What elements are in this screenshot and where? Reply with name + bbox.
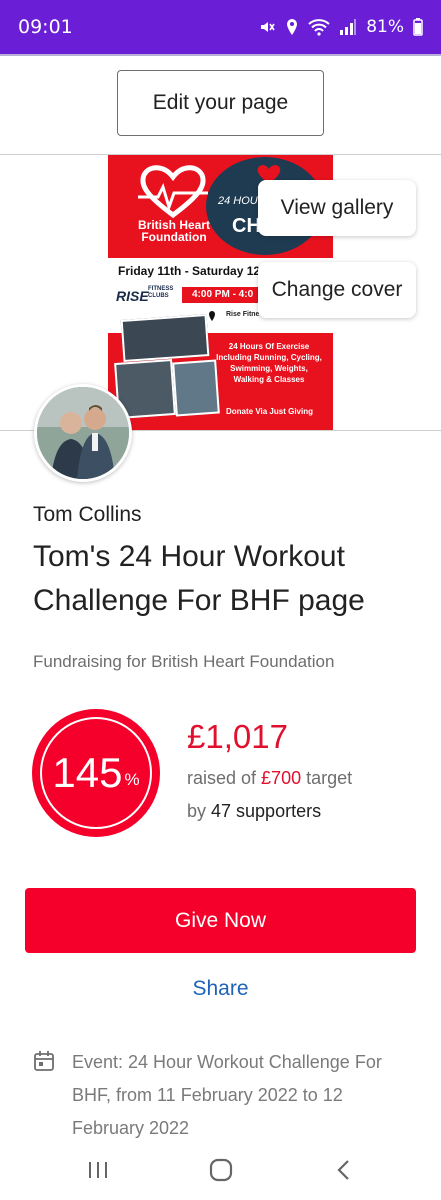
charity-name: British Heart Foundation: [134, 219, 214, 243]
signal-icon: [339, 18, 357, 36]
calendar-icon: [34, 1051, 54, 1071]
supporters-line: by 47 supporters: [187, 801, 321, 822]
poster-dates: Friday 11th - Saturday 12: [118, 264, 261, 278]
gym-photo: [172, 359, 220, 417]
recent-apps-icon: [89, 1162, 107, 1178]
change-cover-button[interactable]: Change cover: [258, 262, 416, 318]
poster-copy: 24 Hours Of Exercise Including Running, …: [216, 342, 322, 384]
back-icon: [337, 1160, 349, 1180]
location-icon: [285, 18, 299, 36]
gym-logo-sub: FITNESS CLUBS: [148, 286, 174, 299]
progress-ring: 145 %: [32, 709, 160, 837]
target-suffix: target: [301, 768, 353, 788]
home-icon: [209, 1158, 233, 1182]
edit-page-button[interactable]: Edit your page: [117, 70, 324, 136]
raised-amount: £1,017: [187, 718, 288, 755]
status-bar: 09:01 81%: [0, 0, 441, 54]
status-divider: [0, 54, 441, 56]
status-icons: 81%: [258, 17, 423, 37]
supporters-count: 47 supporters: [211, 801, 322, 821]
battery-percent: 81%: [366, 17, 404, 37]
page-title: Tom's 24 Hour Workout Challenge For BHF …: [33, 540, 365, 617]
navigation-bar: [0, 1138, 441, 1200]
target-amount: £700: [261, 768, 302, 788]
charity-line-2: Foundation: [141, 230, 207, 244]
heart-logo-icon: [138, 165, 208, 219]
progress-ring-inner: 145 %: [40, 717, 152, 829]
raised-of-target: raised of £700 target: [187, 768, 352, 789]
share-link[interactable]: Share: [0, 977, 441, 1001]
gym-photo: [120, 314, 210, 362]
percent-sign: %: [124, 770, 140, 789]
battery-icon: [413, 18, 423, 36]
gym-logo: RISE: [116, 288, 149, 304]
map-pin-icon: [209, 311, 215, 321]
owner-name: Tom Collins: [33, 503, 142, 526]
raised-prefix: raised of: [187, 768, 262, 788]
mute-icon: [258, 18, 276, 36]
avatar: [34, 384, 132, 482]
progress-percent: 145: [52, 749, 123, 796]
poster-donate: Donate Via Just Giving: [226, 407, 313, 416]
back-button[interactable]: [326, 1156, 362, 1184]
give-now-button[interactable]: Give Now: [25, 888, 416, 953]
status-time: 09:01: [18, 16, 73, 38]
view-gallery-button[interactable]: View gallery: [258, 180, 416, 236]
wifi-icon: [308, 18, 330, 36]
home-button[interactable]: [203, 1156, 239, 1184]
avatar-photo: [37, 387, 129, 479]
badge-top-text: 24 HOU: [218, 195, 258, 207]
recent-apps-button[interactable]: [80, 1156, 116, 1184]
by-prefix: by: [187, 801, 212, 821]
fundraising-cause: Fundraising for British Heart Foundation: [33, 652, 335, 671]
event-details: Event: 24 Hour Workout Challenge For BHF…: [72, 1052, 382, 1138]
